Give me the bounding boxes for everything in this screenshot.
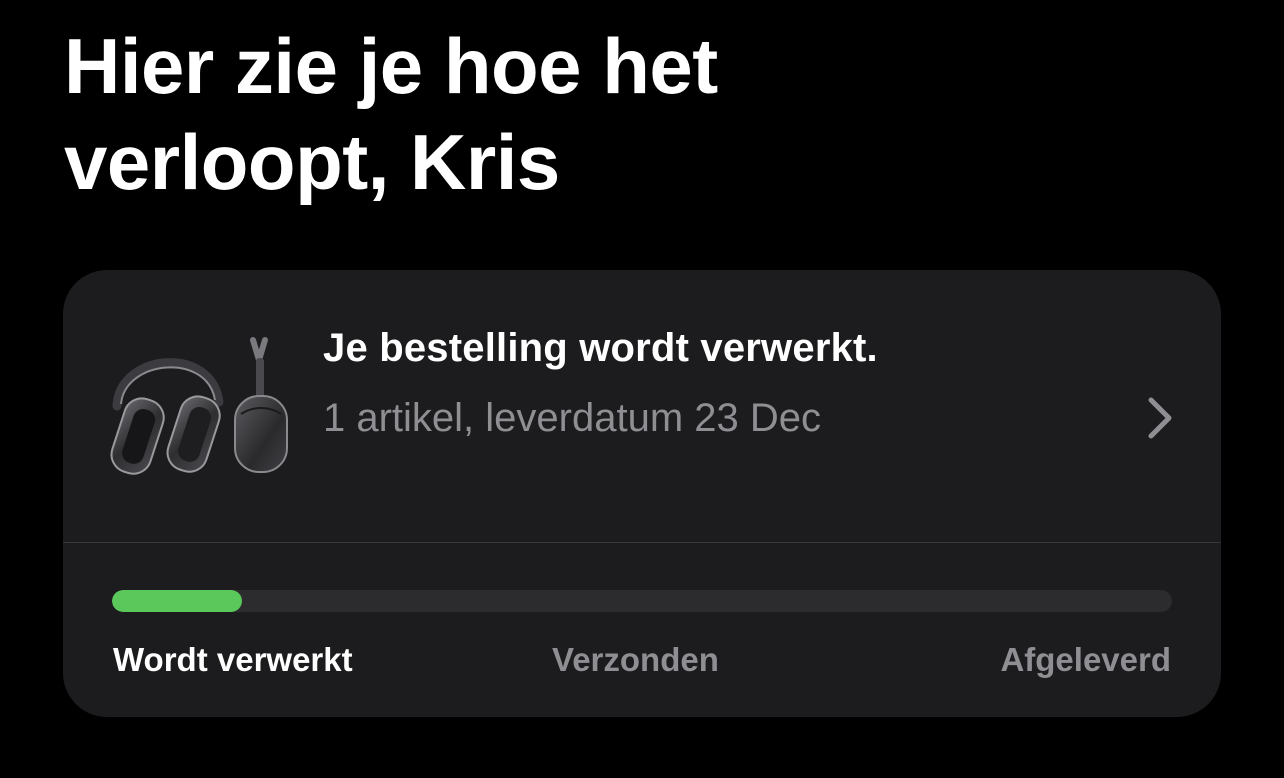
order-summary-row[interactable]: Je bestelling wordt verwerkt. 1 artikel,… [63, 270, 1221, 542]
page-title-line-1: Hier zie je hoe het [64, 22, 718, 110]
card-divider [63, 542, 1221, 543]
step-delivered-label: Afgeleverd [1000, 641, 1171, 678]
step-shipped-label: Verzonden [552, 641, 719, 678]
order-progress-bar [112, 590, 1172, 612]
page-title-line-2: verloopt, Kris [64, 118, 560, 206]
headphones-product-image [110, 337, 288, 475]
chevron-right-icon[interactable] [1145, 394, 1175, 442]
order-card: Je bestelling wordt verwerkt. 1 artikel,… [63, 270, 1221, 717]
step-processing-label: Wordt verwerkt [113, 641, 353, 678]
order-progress-fill [112, 590, 242, 612]
order-details-text: 1 artikel, leverdatum 23 Dec [323, 396, 822, 440]
order-status-text: Je bestelling wordt verwerkt. [323, 326, 878, 370]
page-title: Hier zie je hoe het verloopt, Kris [64, 18, 964, 210]
